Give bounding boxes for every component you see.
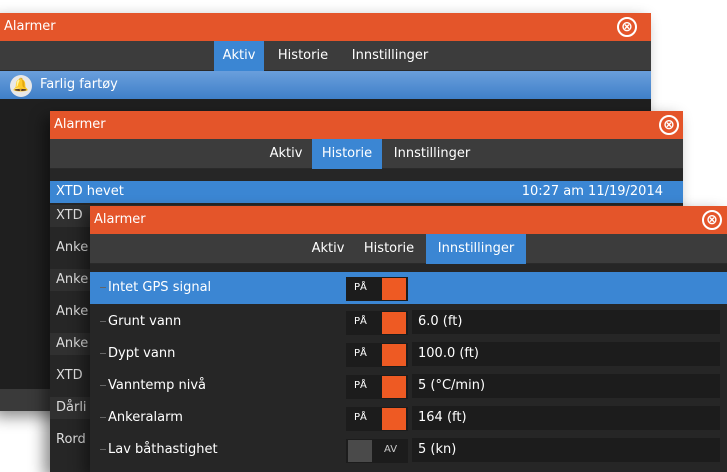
setting-row-deep-water[interactable]: Dypt vann PÅ 100.0 (ft) (90, 338, 727, 370)
setting-label: Lav båthastighet (108, 442, 218, 457)
toggle-state: PÅ (354, 348, 367, 359)
tab-historie[interactable]: Historie (312, 139, 382, 169)
alarm-name: Farlig fartøy (40, 77, 118, 92)
close-icon[interactable]: ⊗ (617, 17, 637, 37)
history-event: Rord (56, 432, 86, 447)
toggle-knob (382, 344, 406, 366)
tab-innstillinger[interactable]: Innstillinger (342, 41, 438, 71)
alarm-toggle[interactable]: PÅ (346, 311, 408, 335)
history-event: XTD (56, 208, 83, 223)
tab-bar: Aktiv Historie Innstillinger (50, 139, 683, 169)
toggle-state: PÅ (354, 316, 367, 327)
row-marker (100, 385, 106, 386)
history-event: Anke (56, 240, 89, 255)
threshold-value[interactable]: 6.0 (ft) (412, 310, 720, 334)
bell-icon: 🔔 (10, 75, 32, 97)
history-row[interactable]: XTD hevet 10:27 am 11/19/2014 (50, 181, 683, 203)
tab-historie[interactable]: Historie (354, 234, 424, 264)
dialog-titlebar: Alarmer ⊗ (50, 111, 683, 139)
row-marker (100, 321, 106, 322)
toggle-state: PÅ (354, 380, 367, 391)
toggle-state: PÅ (354, 412, 367, 423)
setting-row-water-temp[interactable]: Vanntemp nivå PÅ 5 (°C/min) (90, 370, 727, 402)
row-marker (100, 417, 106, 418)
toggle-state: PÅ (354, 282, 367, 293)
setting-row-no-gps[interactable]: Intet GPS signal PÅ (90, 272, 727, 304)
tab-bar: Aktiv Historie Innstillinger (0, 41, 651, 71)
alarm-toggle[interactable]: PÅ (346, 407, 408, 431)
dialog-title: Alarmer (54, 117, 106, 132)
history-event: Anke (56, 304, 89, 319)
history-event: Anke (56, 336, 89, 351)
close-icon[interactable]: ⊗ (702, 210, 722, 230)
threshold-value[interactable]: 5 (°C/min) (412, 374, 720, 398)
tab-historie[interactable]: Historie (264, 41, 342, 71)
toggle-state: AV (384, 444, 398, 455)
history-event: XTD hevet (56, 184, 124, 199)
setting-label: Vanntemp nivå (108, 378, 206, 393)
tab-aktiv[interactable]: Aktiv (302, 234, 354, 264)
tab-aktiv[interactable]: Aktiv (214, 41, 264, 71)
tab-bar: Aktiv Historie Innstillinger (90, 234, 727, 264)
dialog-title: Alarmer (4, 19, 56, 34)
tab-innstillinger[interactable]: Innstillinger (426, 234, 526, 264)
close-icon[interactable]: ⊗ (659, 115, 679, 135)
setting-label: Intet GPS signal (108, 280, 212, 295)
setting-row-anchor-alarm[interactable]: Ankeralarm PÅ 164 (ft) (90, 402, 727, 434)
alarm-toggle[interactable]: PÅ (346, 343, 408, 367)
alarm-toggle[interactable]: PÅ (346, 375, 408, 399)
alarm-toggle[interactable]: AV (346, 439, 408, 463)
row-marker (100, 353, 106, 354)
setting-row-low-boat-speed[interactable]: Lav båthastighet AV 5 (kn) (90, 434, 727, 466)
alarm-toggle[interactable]: PÅ (346, 277, 408, 301)
setting-row-shallow-water[interactable]: Grunt vann PÅ 6.0 (ft) (90, 306, 727, 338)
toggle-knob (382, 278, 406, 300)
threshold-value[interactable]: 100.0 (ft) (412, 342, 720, 366)
tab-innstillinger[interactable]: Innstillinger (382, 139, 482, 169)
setting-label: Dypt vann (108, 346, 176, 361)
toggle-knob (382, 376, 406, 398)
dialog-titlebar: Alarmer ⊗ (90, 206, 727, 234)
history-time: 10:27 am 11/19/2014 (521, 184, 663, 199)
dialog-titlebar: Alarmer ⊗ (0, 13, 651, 41)
threshold-value[interactable]: 164 (ft) (412, 406, 720, 430)
dialog-title: Alarmer (94, 212, 146, 227)
threshold-value[interactable]: 5 (kn) (412, 438, 720, 462)
setting-label: Ankeralarm (108, 410, 183, 425)
history-event: XTD (56, 368, 83, 383)
row-marker (100, 287, 106, 288)
tab-aktiv[interactable]: Aktiv (260, 139, 312, 169)
history-event: Anke (56, 272, 89, 287)
history-event: Dårli (56, 400, 87, 415)
toggle-knob (348, 440, 372, 462)
row-marker (100, 449, 106, 450)
setting-label: Grunt vann (108, 314, 182, 329)
toggle-knob (382, 312, 406, 334)
alarms-dialog-settings: Alarmer ⊗ Aktiv Historie Innstillinger I… (90, 206, 727, 472)
list-item[interactable]: 🔔 Farlig fartøy (0, 71, 651, 99)
toggle-knob (382, 408, 406, 430)
